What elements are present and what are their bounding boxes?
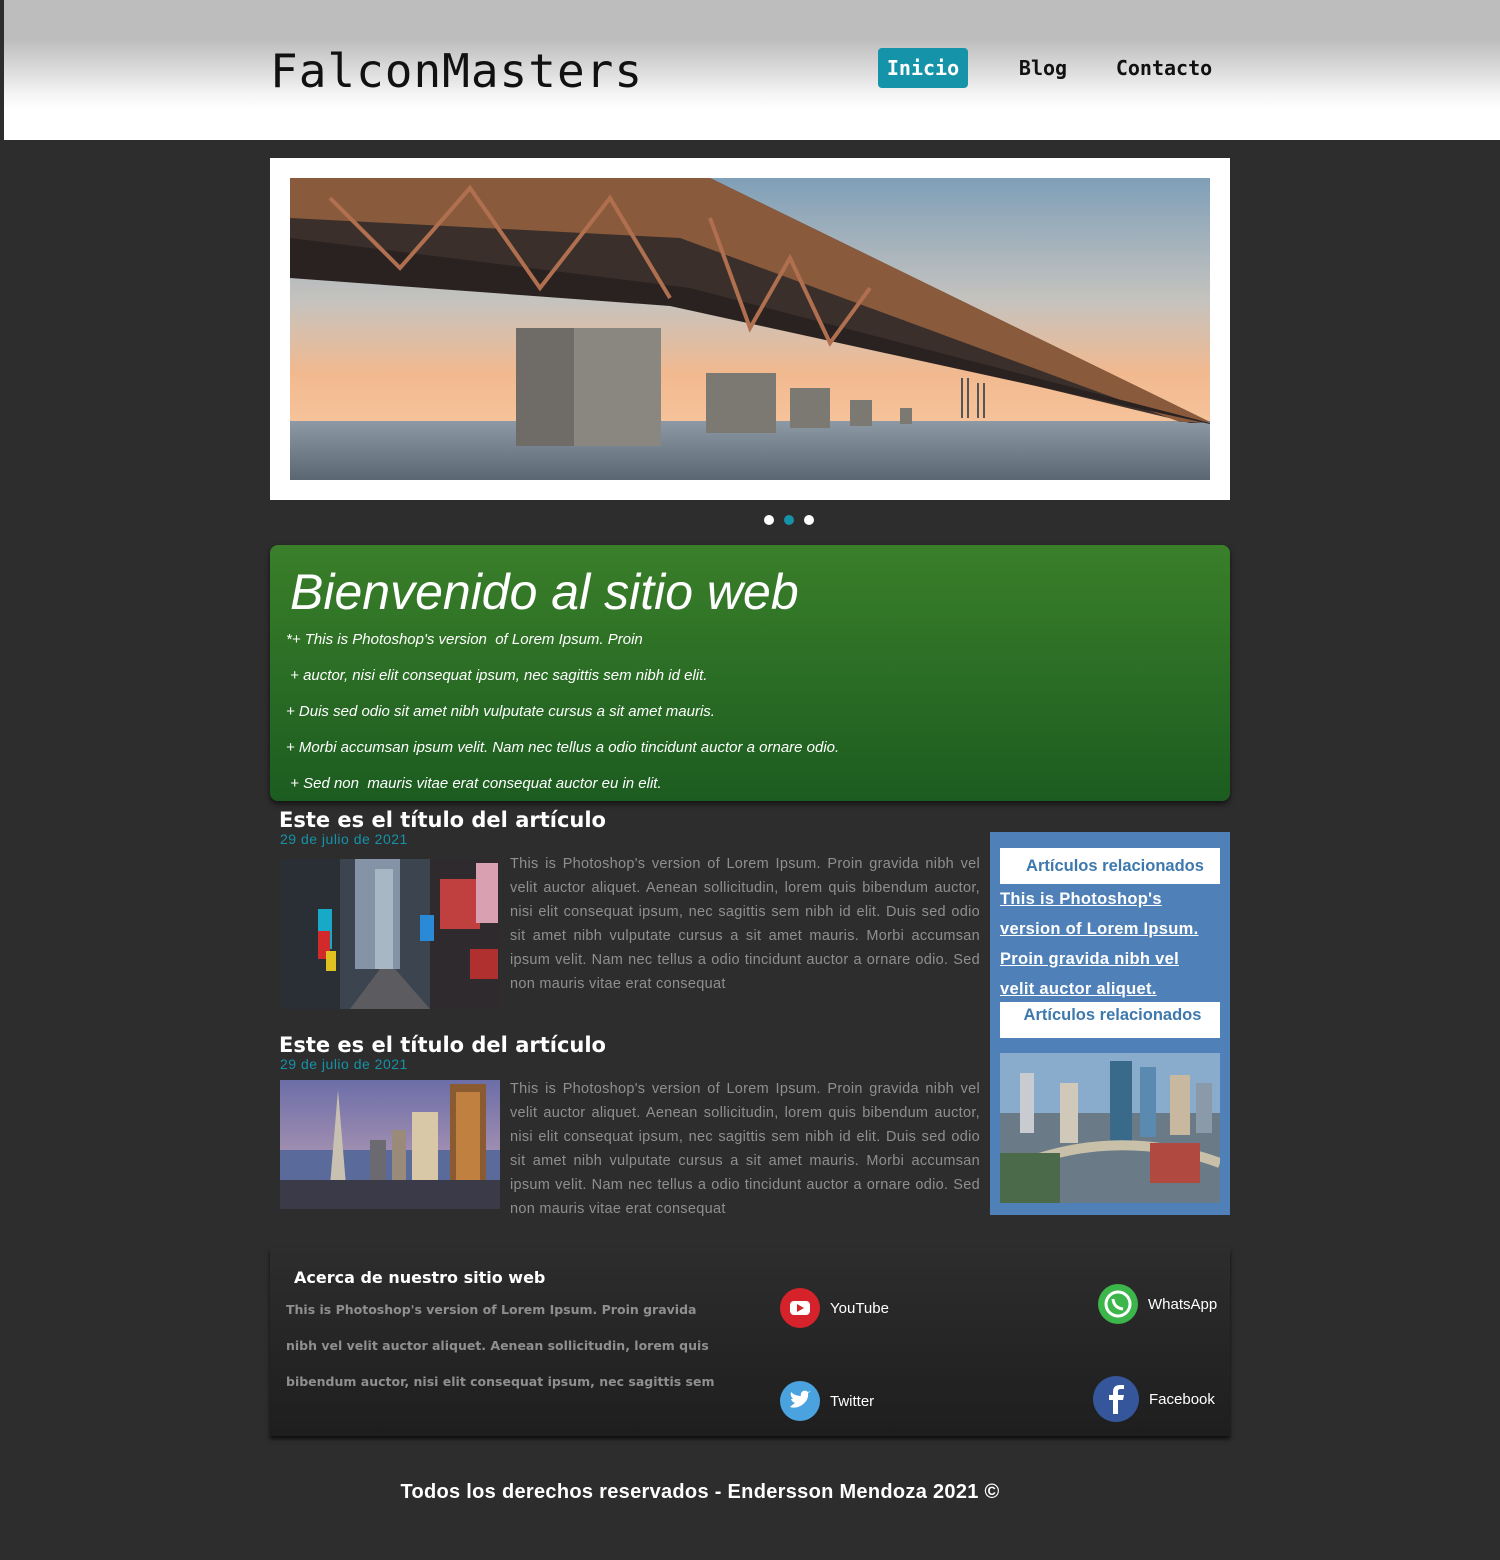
whatsapp-label: WhatsApp — [1148, 1295, 1218, 1313]
youtube-icon — [780, 1288, 820, 1328]
related-link[interactable]: This is Photoshop's — [1000, 884, 1222, 914]
slider-dot-2[interactable] — [784, 515, 794, 525]
slider-dot-1[interactable] — [764, 515, 774, 525]
related-link[interactable]: velit auctor aliquet. — [1000, 974, 1222, 1004]
nav-contacto[interactable]: Contacto — [1108, 48, 1220, 88]
footer-about-panel: Acerca de nuestro sitio web This is Phot… — [270, 1248, 1230, 1436]
welcome-line: + Duis sed odio sit amet nibh vulputate … — [286, 703, 715, 720]
welcome-line: + auctor, nisi elit consequat ipsum, nec… — [286, 667, 708, 684]
article-title[interactable]: Este es el título del artículo — [279, 1033, 606, 1057]
twitter-label: Twitter — [830, 1392, 875, 1410]
article-title[interactable]: Este es el título del artículo — [279, 808, 606, 832]
article-image-city-skyline[interactable] — [280, 1080, 500, 1209]
nav-blog[interactable]: Blog — [1004, 48, 1082, 88]
image-slider — [270, 158, 1230, 500]
site-logo[interactable]: FalconMasters — [270, 44, 643, 98]
welcome-title: Bienvenido al sitio web — [290, 564, 799, 620]
related-sidebar: Artículos relacionados This is Photoshop… — [990, 832, 1230, 1215]
related-heading: Artículos relacionados — [1000, 1002, 1220, 1038]
related-heading: Artículos relacionados — [1000, 848, 1220, 884]
slider-dot-3[interactable] — [804, 515, 814, 525]
related-link[interactable]: version of Lorem Ipsum. — [1000, 914, 1222, 944]
twitter-link[interactable]: Twitter — [780, 1381, 874, 1421]
about-text: This is Photoshop's version of Lorem Ips… — [286, 1292, 726, 1400]
article-text: This is Photoshop's version of Lorem Ips… — [510, 856, 980, 992]
nav-inicio[interactable]: Inicio — [878, 48, 968, 88]
article-text: This is Photoshop's version of Lorem Ips… — [510, 1081, 980, 1217]
article-date: 29 de julio de 2021 — [280, 831, 408, 847]
welcome-line: + Sed non mauris vitae erat consequat au… — [286, 775, 662, 792]
article-date: 29 de julio de 2021 — [280, 1056, 408, 1072]
youtube-link[interactable]: YouTube — [780, 1288, 889, 1328]
twitter-icon — [780, 1381, 820, 1421]
about-line: nibh vel velit auctor aliquet. Aenean so… — [286, 1338, 709, 1353]
related-link[interactable]: Proin gravida nibh vel — [1000, 944, 1222, 974]
copyright-text: Todos los derechos reservados - Endersso… — [400, 1481, 1000, 1503]
welcome-panel: Bienvenido al sitio web *+ This is Photo… — [270, 545, 1230, 801]
youtube-label: YouTube — [830, 1299, 889, 1317]
related-image-city-aerial[interactable] — [1000, 1053, 1220, 1203]
article-image-times-square[interactable] — [280, 859, 500, 1009]
site-header: FalconMasters Inicio Blog Contacto — [4, 0, 1500, 140]
bridge-photo — [290, 178, 1210, 480]
whatsapp-icon — [1098, 1284, 1138, 1324]
welcome-line: *+ This is Photoshop's version of Lorem … — [286, 631, 643, 648]
facebook-label: Facebook — [1149, 1390, 1215, 1408]
about-title: Acerca de nuestro sitio web — [294, 1268, 546, 1287]
about-line: bibendum auctor, nisi elit consequat ips… — [286, 1374, 715, 1389]
about-line: This is Photoshop's version of Lorem Ips… — [286, 1302, 697, 1317]
welcome-line: + Morbi accumsan ipsum velit. Nam nec te… — [286, 739, 840, 756]
facebook-icon — [1093, 1376, 1139, 1422]
whatsapp-link[interactable]: WhatsApp — [1098, 1284, 1217, 1324]
facebook-link[interactable]: Facebook — [1093, 1376, 1215, 1422]
